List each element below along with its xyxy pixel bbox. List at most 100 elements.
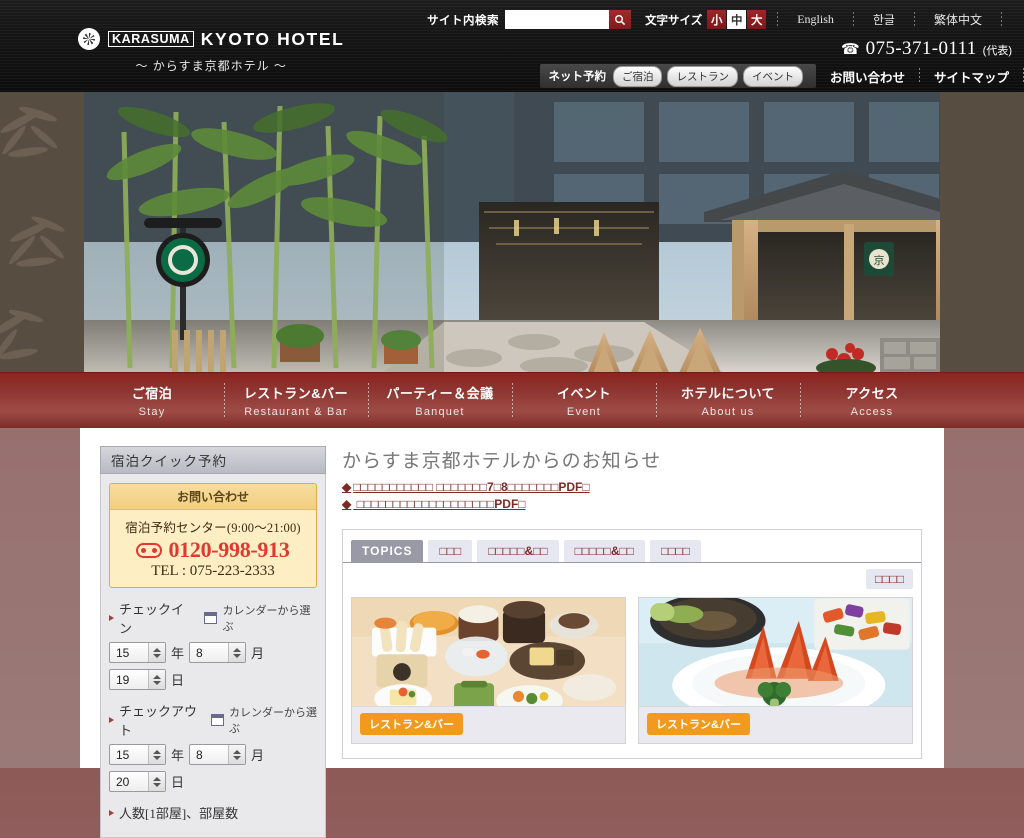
stepper-arrows[interactable]	[148, 772, 165, 791]
checkout-year-stepper[interactable]: 15	[109, 744, 166, 765]
freedial-row[interactable]: 0120-998-913	[110, 536, 316, 563]
main-navigation-inner: ご宿泊 Stay レストラン&バー Restaurant & Bar パーティー…	[80, 373, 944, 428]
checkin-year-month-row: 15 年 8 月	[109, 642, 317, 663]
checkin-label: チェックイン	[119, 602, 185, 636]
logo-name: KYOTO HOTEL	[200, 28, 345, 49]
divider	[1001, 12, 1002, 27]
booking-pill-restaurant[interactable]: レストラン	[667, 65, 738, 87]
topic-card-tag[interactable]: レストラン&バー	[360, 713, 463, 735]
nav-item-label-ja: レストラン&バー	[243, 386, 349, 401]
divider	[777, 12, 779, 27]
language-korean[interactable]: 한글	[864, 11, 904, 28]
checkin-calendar-link[interactable]: カレンダーから選ぶ	[222, 602, 317, 634]
search-label: サイト内検索	[427, 14, 500, 27]
stepper-arrows[interactable]	[148, 745, 165, 764]
more-badge[interactable]: □□□□	[866, 569, 913, 589]
telephone-icon: ☎	[840, 41, 860, 58]
stepper-arrows[interactable]	[228, 745, 246, 764]
tab-second[interactable]: □□□	[428, 540, 473, 562]
nav-item-access[interactable]: アクセス Access	[800, 373, 944, 428]
topic-card[interactable]: レストラン&バー	[351, 597, 626, 744]
calendar-icon[interactable]	[210, 714, 224, 726]
notice-link-2[interactable]: ◆ □□□□□□□□□□□□□□□□□□□PDF□	[342, 497, 922, 511]
guests-label-row: 人数[1部屋]、部屋数	[109, 803, 317, 822]
hotel-entrance-illustration: 京	[84, 92, 940, 372]
search-button[interactable]	[609, 10, 632, 29]
checkin-year-unit: 年	[171, 646, 185, 661]
stepper-arrows[interactable]	[148, 643, 165, 662]
chevron-up-icon	[153, 674, 161, 679]
checkout-calendar-link[interactable]: カレンダーから選ぶ	[229, 704, 317, 736]
inquiry-box: お問い合わせ 宿泊予約センター(9:00～21:00) 0120-998-913…	[109, 483, 317, 588]
topics-badge-row: □□□□	[343, 563, 921, 589]
nav-item-label-en: About us	[701, 406, 755, 418]
site-logo[interactable]: KARASUMA KYOTO HOTEL ～ からすま京都ホテル ～	[78, 28, 344, 74]
checkin-day-stepper[interactable]: 19	[109, 669, 166, 690]
calendar-icon[interactable]	[204, 612, 218, 624]
header-link-contact[interactable]: お問い合わせ	[816, 67, 919, 86]
triangle-bullet-icon	[109, 809, 114, 816]
tab-third[interactable]: □□□□□&□□	[477, 540, 559, 562]
lobster-dish-illustration	[639, 598, 912, 706]
checkin-label-row: チェックイン カレンダーから選ぶ	[109, 599, 317, 637]
topic-card[interactable]: レストラン&バー	[638, 597, 913, 744]
language-english[interactable]: English	[788, 12, 843, 27]
notice-link-1[interactable]: ◆ □□□□□□□□□□□ □□□□□□□7□8□□□□□□□PDF□	[342, 480, 922, 494]
logo-subtitle: ～ からすま京都ホテル ～	[135, 59, 287, 73]
topics-panel: TOPICS □□□ □□□□□&□□ □□□□□&□□ □□□□ □□□□ レ…	[342, 529, 922, 759]
checkin-year-value: 15	[116, 645, 130, 660]
nav-item-label-ja: パーティー＆会議	[386, 386, 494, 401]
topic-card-footer: レストラン&バー	[639, 706, 912, 743]
svg-text:京: 京	[874, 254, 885, 267]
booking-pill-event[interactable]: イベント	[742, 65, 803, 87]
tab-fourth[interactable]: □□□□□&□□	[563, 540, 646, 562]
header-link-sitemap[interactable]: サイトマップ	[920, 67, 1023, 86]
tab-fifth[interactable]: □□□□	[650, 540, 702, 562]
nav-item-stay[interactable]: ご宿泊 Stay	[80, 373, 224, 428]
checkin-day-unit: 日	[171, 673, 185, 688]
checkin-year-stepper[interactable]: 15	[109, 642, 166, 663]
chevron-up-icon	[233, 749, 242, 754]
checkout-month-unit: 月	[251, 748, 265, 763]
nav-item-label-ja: アクセス	[845, 386, 899, 401]
checkin-month-stepper[interactable]: 8	[189, 642, 247, 663]
nav-item-label-en: Access	[850, 406, 894, 418]
stepper-arrows[interactable]	[148, 670, 165, 689]
telephone-suffix: (代表)	[982, 45, 1012, 57]
tab-topics[interactable]: TOPICS	[351, 540, 424, 562]
nav-item-label-en: Stay	[138, 406, 166, 418]
kaiseki-meal-photo	[352, 598, 625, 706]
chevron-down-icon	[153, 782, 161, 787]
nav-item-restaurant-bar[interactable]: レストラン&バー Restaurant & Bar	[224, 373, 368, 428]
search-input[interactable]	[505, 10, 610, 29]
checkout-month-stepper[interactable]: 8	[189, 744, 247, 765]
notice-link-1-text: □□□□□□□□□□□ □□□□□□□7□8□□□□□□□PDF□	[353, 480, 590, 494]
checkout-day-unit: 日	[171, 775, 185, 790]
checkout-day-stepper[interactable]: 20	[109, 771, 166, 792]
booking-pill-stay[interactable]: ご宿泊	[612, 65, 663, 87]
chevron-down-icon	[153, 653, 161, 658]
nav-item-about-us[interactable]: ホテルについて About us	[656, 373, 800, 428]
font-size-small-button[interactable]: 小	[707, 10, 727, 29]
inquiry-title: お問い合わせ	[110, 484, 316, 510]
guests-label: 人数[1部屋]、部屋数	[119, 806, 239, 821]
font-size-large-button[interactable]: 大	[747, 10, 767, 29]
diamond-bullet-icon: ◆	[342, 497, 352, 511]
bamboo-pattern-right-icon	[959, 110, 1024, 364]
checkin-month-unit: 月	[251, 646, 265, 661]
stepper-arrows[interactable]	[228, 643, 246, 662]
nav-item-banquet[interactable]: パーティー＆会議 Banquet	[368, 373, 512, 428]
nav-item-label-en: Banquet	[415, 406, 465, 418]
nav-item-event[interactable]: イベント Event	[512, 373, 656, 428]
checkout-day-value: 20	[116, 774, 130, 789]
search-box	[505, 10, 632, 29]
utility-bar: サイト内検索 文字サイズ 小 中 大 English 한글 繁体中文	[427, 10, 1012, 29]
topics-tabs: TOPICS □□□ □□□□□&□□ □□□□□&□□ □□□□	[343, 530, 921, 563]
font-size-medium-button[interactable]: 中	[727, 10, 747, 29]
checkin-day-value: 19	[116, 672, 130, 687]
logo-badge: KARASUMA	[108, 31, 194, 47]
topic-card-tag[interactable]: レストラン&バー	[647, 713, 750, 735]
search-icon	[615, 14, 626, 25]
language-chinese[interactable]: 繁体中文	[925, 11, 991, 28]
reservation-center-hours: 宿泊予約センター(9:00～21:00)	[125, 521, 301, 535]
